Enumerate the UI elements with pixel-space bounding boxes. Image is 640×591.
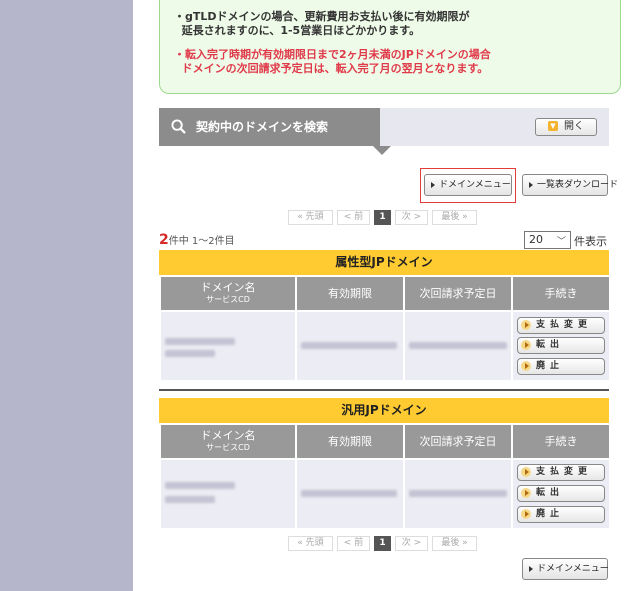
- redacted-expiry: [301, 490, 397, 497]
- notice-gtld: ・gTLDドメインの場合、更新費用お支払い後に有効期限が 延長されますのに、1-…: [174, 10, 620, 38]
- change-payment-button[interactable]: 支払変更: [517, 464, 605, 481]
- notice-box: ・gTLDドメインの場合、更新費用お支払い後に有効期限が 延長されますのに、1-…: [159, 0, 621, 94]
- redacted-domain: [165, 338, 235, 345]
- per-page-value: 20: [529, 233, 543, 246]
- header-procedures: 手続き: [513, 425, 609, 458]
- pager-next: 次 >: [395, 536, 428, 551]
- cell-next-billing: [405, 460, 511, 528]
- change-payment-button[interactable]: 支払変更: [517, 317, 605, 334]
- transfer-out-label: 転出: [536, 340, 565, 350]
- header-domain-name: ドメイン名 サービスCD: [161, 425, 295, 458]
- header-expiry: 有効期限: [297, 277, 403, 310]
- header-procedures: 手続き: [513, 277, 609, 310]
- per-page-label: 件表示: [574, 235, 607, 248]
- per-page-select[interactable]: 20 ﹀: [524, 231, 571, 249]
- pager-next: 次 >: [395, 210, 428, 225]
- pager-first: « 先頭: [288, 210, 333, 225]
- cell-domain-name: [161, 312, 295, 380]
- chevron-down-icon: ﹀: [556, 237, 566, 247]
- notice-transfer-line2: ドメインの次回請求予定日は、転入完了月の翌月となります。: [181, 62, 489, 75]
- cell-domain-name: [161, 460, 295, 528]
- cancel-domain-label: 廃止: [536, 361, 565, 371]
- cell-procedures: 支払変更 転出 廃止: [513, 460, 609, 528]
- transfer-out-button[interactable]: 転出: [517, 485, 605, 502]
- main-content: ・gTLDドメインの場合、更新費用お支払い後に有効期限が 延長されますのに、1-…: [133, 0, 640, 591]
- list-download-button[interactable]: 一覧表ダウンロード: [522, 174, 618, 196]
- arrow-right-icon: [521, 509, 531, 519]
- cancel-domain-label: 廃止: [536, 509, 565, 519]
- domain-menu-button-bottom[interactable]: ドメインメニュー: [522, 558, 609, 580]
- notice-gtld-line1: ・gTLDドメインの場合、更新費用お支払い後に有効期限が: [174, 10, 470, 23]
- notice-transfer: ・転入完了時期が有効期限日まで2ヶ月未満のJPドメインの場合 ドメインの次回請求…: [174, 48, 620, 76]
- redacted-next-billing: [409, 342, 507, 349]
- search-header: 契約中のドメインを検索: [159, 108, 380, 146]
- cell-expiry: [297, 460, 403, 528]
- arrow-right-icon: [521, 361, 531, 371]
- pager-current: 1: [374, 210, 391, 225]
- header-service-cd-label: サービスCD: [206, 295, 250, 304]
- section-title-attribute-jp: 属性型JPドメイン: [159, 250, 609, 275]
- arrow-right-icon: [521, 340, 531, 350]
- cell-expiry: [297, 312, 403, 380]
- cancel-domain-button[interactable]: 廃止: [517, 506, 605, 523]
- pager-last: 最後 »: [432, 536, 477, 551]
- list-download-label: 一覧表ダウンロード: [537, 180, 619, 190]
- pager-prev: < 前: [337, 210, 370, 225]
- cancel-domain-button[interactable]: 廃止: [517, 358, 605, 375]
- left-sidebar: [0, 0, 133, 591]
- notice-gtld-line2: 延長されますのに、1-5営業日ほどかかります。: [181, 24, 421, 37]
- search-header-arrow: [373, 146, 391, 155]
- header-next-billing: 次回請求予定日: [405, 277, 511, 310]
- section-title-general-jp: 汎用JPドメイン: [159, 398, 609, 423]
- domain-menu-button-top[interactable]: ドメインメニュー: [424, 174, 512, 196]
- triangle-right-icon: [529, 182, 533, 188]
- search-panel: 契約中のドメインを検索 ▼ 開く: [159, 108, 609, 155]
- notice-transfer-line1: ・転入完了時期が有効期限日まで2ヶ月未満のJPドメインの場合: [174, 48, 491, 61]
- header-expiry: 有効期限: [297, 425, 403, 458]
- header-domain-name: ドメイン名 サービスCD: [161, 277, 295, 310]
- pager-current: 1: [374, 536, 391, 551]
- header-next-billing: 次回請求予定日: [405, 425, 511, 458]
- cell-next-billing: [405, 312, 511, 380]
- redacted-domain: [165, 482, 235, 489]
- section-divider: [159, 389, 609, 391]
- search-title: 契約中のドメインを検索: [196, 120, 329, 134]
- pager-prev: < 前: [337, 536, 370, 551]
- triangle-right-icon: [529, 566, 533, 572]
- triangle-right-icon: [431, 182, 435, 188]
- header-domain-name-label: ドメイン名: [200, 429, 256, 442]
- chevron-down-icon: ▼: [548, 121, 558, 131]
- open-search-label: 開く: [564, 121, 584, 132]
- arrow-right-icon: [521, 488, 531, 498]
- domain-menu-label: ドメインメニュー: [439, 180, 511, 190]
- redacted-service-cd: [165, 350, 215, 357]
- open-search-button[interactable]: ▼ 開く: [535, 118, 597, 136]
- pager-first: « 先頭: [288, 536, 333, 551]
- redacted-expiry: [301, 342, 397, 349]
- arrow-right-icon: [521, 320, 531, 330]
- transfer-out-label: 転出: [536, 488, 565, 498]
- result-range: 件中 1～2件目: [168, 236, 235, 247]
- redacted-service-cd: [165, 496, 215, 503]
- transfer-out-button[interactable]: 転出: [517, 337, 605, 354]
- domain-menu-label: ドメインメニュー: [537, 564, 609, 574]
- change-payment-label: 支払変更: [536, 320, 593, 330]
- redacted-next-billing: [409, 490, 507, 497]
- header-domain-name-label: ドメイン名: [200, 281, 256, 294]
- result-count: 2件中 1～2件目: [159, 232, 235, 248]
- change-payment-label: 支払変更: [536, 467, 593, 477]
- cell-procedures: 支払変更 転出 廃止: [513, 312, 609, 380]
- result-total: 2: [159, 232, 169, 248]
- search-icon: [171, 119, 186, 134]
- arrow-right-icon: [521, 467, 531, 477]
- header-service-cd-label: サービスCD: [206, 443, 250, 452]
- pager-last: 最後 »: [432, 210, 477, 225]
